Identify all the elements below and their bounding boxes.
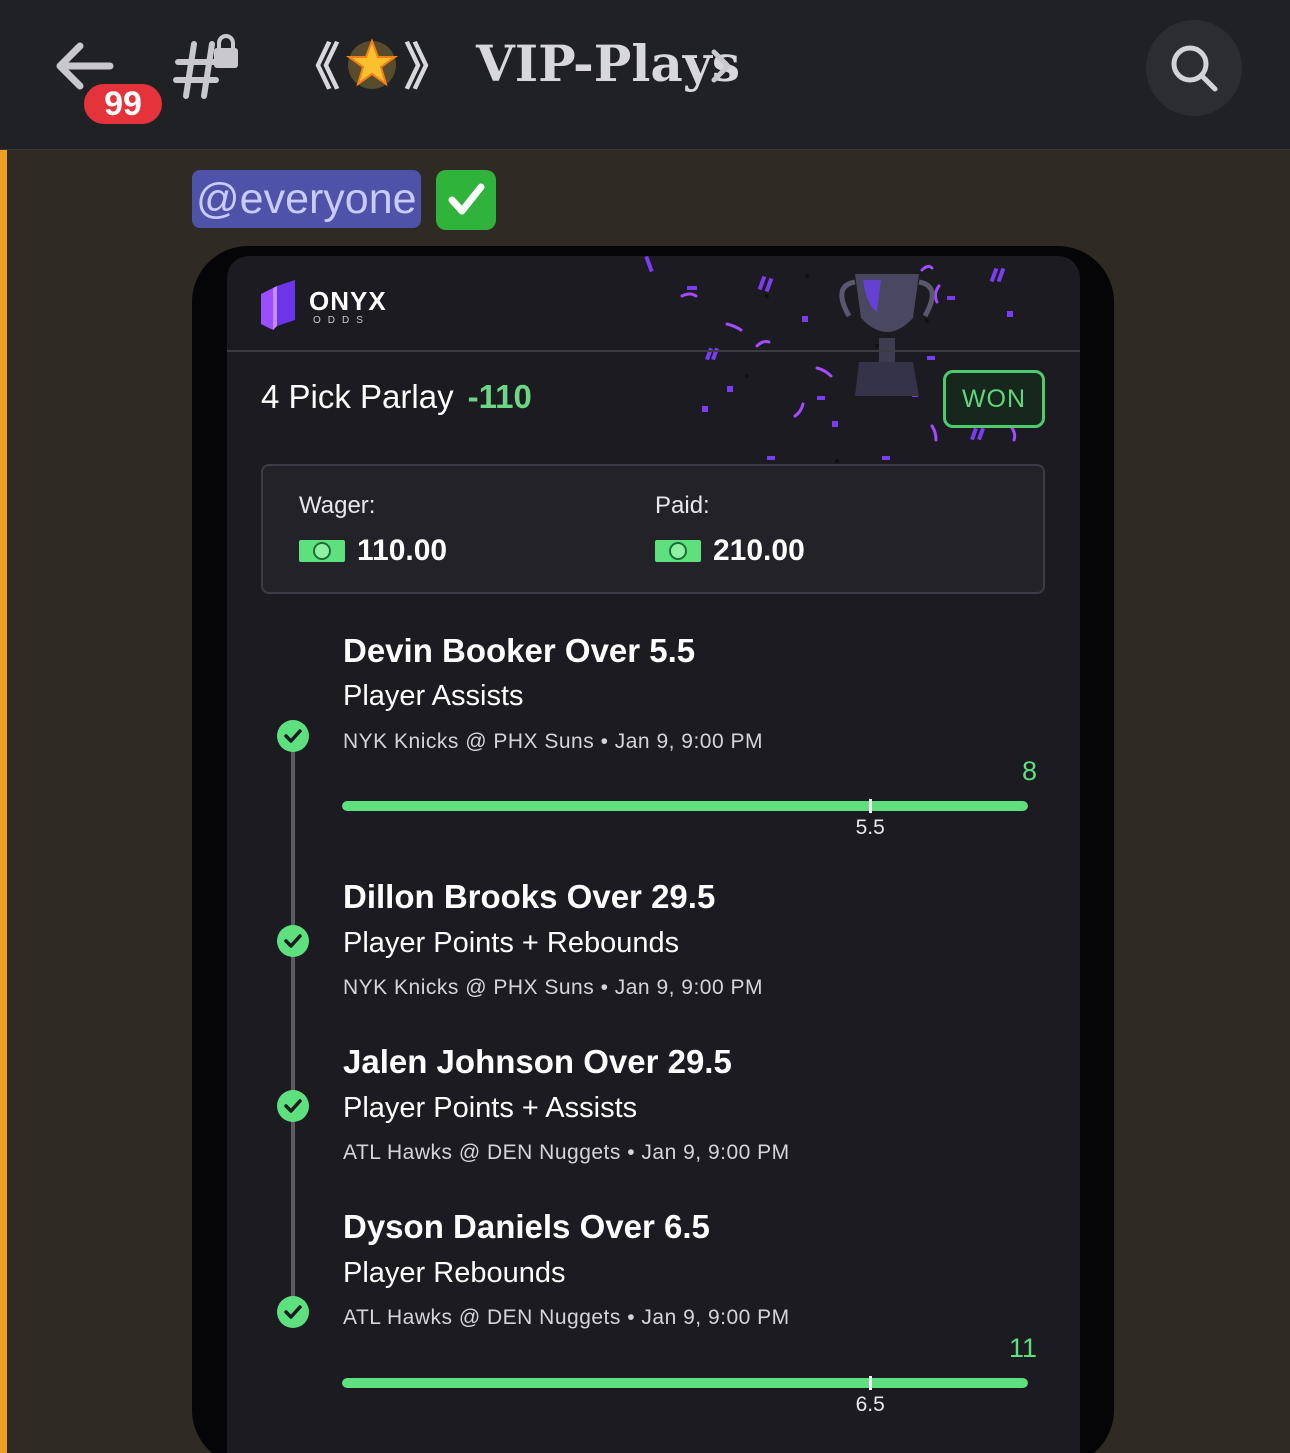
leg-won-check-icon <box>277 1296 309 1328</box>
leg-actual-stat: 11 <box>1008 1333 1037 1363</box>
leg-market: Player Points + Rebounds <box>343 927 680 959</box>
locked-channel-icon <box>173 34 238 99</box>
leg-won-check-icon <box>277 925 309 957</box>
leg-game-info: NYK Knicks @ PHX Suns • Jan 9, 9:00 PM <box>343 730 763 753</box>
channel-bracket-right: 》 <box>404 37 454 96</box>
channel-name-text: VIP-Plays <box>476 33 740 93</box>
search-icon <box>1171 45 1218 92</box>
star-emoji-icon <box>345 38 399 89</box>
leg-won-check-icon <box>277 720 309 752</box>
leg-line-marker <box>868 799 872 813</box>
leg-game-info: ATL Hawks @ DEN Nuggets • Jan 9, 9:00 PM <box>343 1306 790 1329</box>
leg-game-info: ATL Hawks @ DEN Nuggets • Jan 9, 9:00 PM <box>343 1141 790 1164</box>
everyone-mention[interactable]: @everyone <box>192 170 421 228</box>
highlight-accent-bar <box>0 150 7 1453</box>
channel-bracket-left: 《 <box>290 37 340 96</box>
leg-line-marker <box>868 1376 872 1390</box>
leg-line-label: 5.5 <box>855 816 885 839</box>
channel-header: 99 《 》 VIP-Plays <box>0 0 1290 150</box>
chevron-right-icon[interactable] <box>706 44 736 88</box>
leg-title: Dyson Daniels Over 6.5 <box>343 1208 710 1245</box>
bet-slip-card: ONYX ODDS 4 Pick Parlay -110 WON Wager: … <box>227 256 1080 1453</box>
leg-market: Player Assists <box>343 680 524 712</box>
channel-title[interactable]: 《 》 VIP-Plays <box>290 28 740 98</box>
search-button[interactable] <box>1146 20 1242 116</box>
leg-title: Jalen Johnson Over 29.5 <box>343 1043 732 1080</box>
leg-market: Player Points + Assists <box>343 1092 638 1124</box>
leg-actual-stat: 8 <box>1021 756 1037 786</box>
leg-title: Devin Booker Over 5.5 <box>343 632 696 669</box>
unread-count-badge: 99 <box>80 80 166 128</box>
leg-won-check-icon <box>277 1090 309 1122</box>
parlay-legs: Devin Booker Over 5.5 Player Assists NYK… <box>227 256 1080 1453</box>
leg-title: Dillon Brooks Over 29.5 <box>343 878 716 915</box>
leg-progress-bar <box>342 1378 1028 1388</box>
leg-line-label: 6.5 <box>855 1393 885 1416</box>
check-mark-emoji-icon <box>436 170 496 230</box>
leg-game-info: NYK Knicks @ PHX Suns • Jan 9, 9:00 PM <box>343 976 763 999</box>
leg-progress-bar <box>342 801 1028 811</box>
leg-market: Player Rebounds <box>343 1257 566 1289</box>
legs-timeline-line <box>291 736 295 1316</box>
